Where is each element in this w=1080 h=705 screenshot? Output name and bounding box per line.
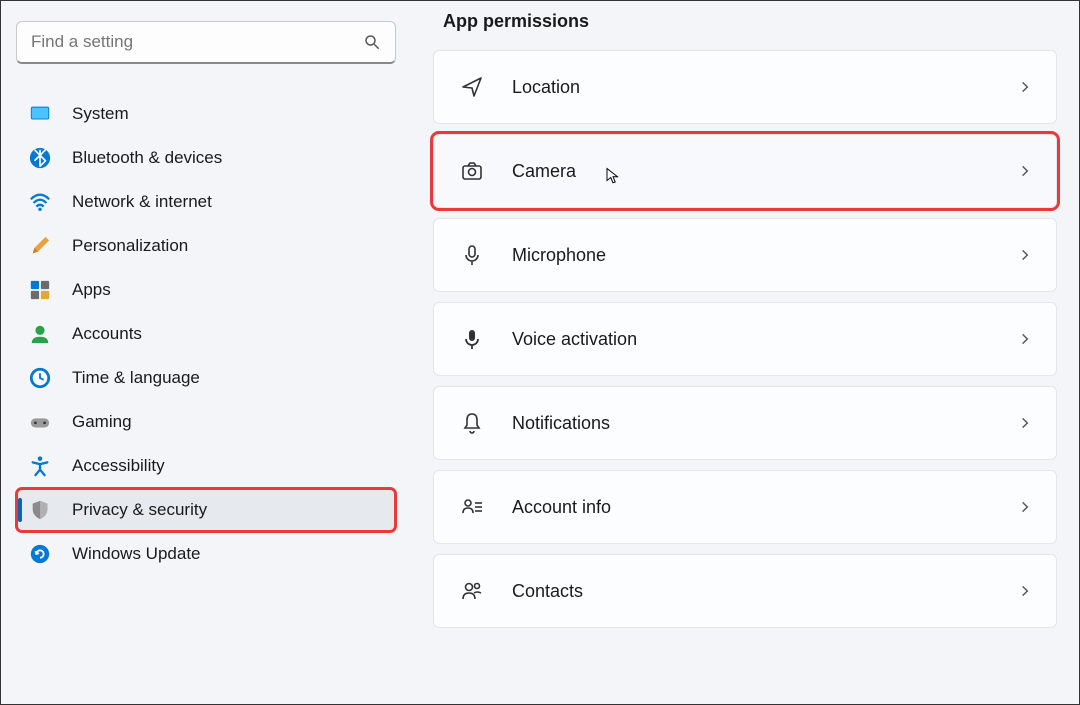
- sidebar-item-network-internet[interactable]: Network & internet: [16, 180, 396, 224]
- voice-icon: [458, 325, 486, 353]
- chevron-right-icon: [1018, 332, 1032, 346]
- globe-clock-icon: [28, 366, 52, 390]
- sidebar-item-label: Accounts: [72, 324, 142, 344]
- contacts-icon: [458, 577, 486, 605]
- permission-label: Notifications: [512, 413, 1018, 434]
- permission-notifications[interactable]: Notifications: [433, 386, 1057, 460]
- search-icon: [363, 33, 381, 51]
- permission-voice-activation[interactable]: Voice activation: [433, 302, 1057, 376]
- chevron-right-icon: [1018, 416, 1032, 430]
- permission-account-info[interactable]: Account info: [433, 470, 1057, 544]
- chevron-right-icon: [1018, 584, 1032, 598]
- sidebar-item-label: Time & language: [72, 368, 200, 388]
- permission-label: Location: [512, 77, 1018, 98]
- system-icon: [28, 102, 52, 126]
- apps-icon: [28, 278, 52, 302]
- permission-location[interactable]: Location: [433, 50, 1057, 124]
- sidebar-item-label: Windows Update: [72, 544, 201, 564]
- sidebar-item-label: Personalization: [72, 236, 188, 256]
- sidebar-item-accessibility[interactable]: Accessibility: [16, 444, 396, 488]
- sidebar-item-label: Apps: [72, 280, 111, 300]
- chevron-right-icon: [1018, 80, 1032, 94]
- sidebar-item-label: Gaming: [72, 412, 132, 432]
- sidebar-item-label: Privacy & security: [72, 500, 207, 520]
- chevron-right-icon: [1018, 164, 1032, 178]
- camera-icon: [458, 157, 486, 185]
- sidebar-item-system[interactable]: System: [16, 92, 396, 136]
- sidebar-item-privacy-security[interactable]: Privacy & security: [16, 488, 396, 532]
- shield-icon: [28, 498, 52, 522]
- permission-label: Microphone: [512, 245, 1018, 266]
- search-box[interactable]: [16, 21, 396, 64]
- sidebar: System Bluetooth & devices Network & inter…: [1, 1, 411, 704]
- chevron-right-icon: [1018, 500, 1032, 514]
- sidebar-item-label: Bluetooth & devices: [72, 148, 222, 168]
- section-title: App permissions: [443, 11, 1057, 32]
- permission-label: Camera: [512, 161, 1018, 182]
- permission-label: Voice activation: [512, 329, 1018, 350]
- account-info-icon: [458, 493, 486, 521]
- permission-label: Account info: [512, 497, 1018, 518]
- person-icon: [28, 322, 52, 346]
- permission-camera[interactable]: Camera: [433, 134, 1057, 208]
- accessibility-icon: [28, 454, 52, 478]
- bell-icon: [458, 409, 486, 437]
- chevron-right-icon: [1018, 248, 1032, 262]
- bluetooth-icon: [28, 146, 52, 170]
- permission-microphone[interactable]: Microphone: [433, 218, 1057, 292]
- sidebar-item-windows-update[interactable]: Windows Update: [16, 532, 396, 576]
- permission-label: Contacts: [512, 581, 1018, 602]
- paintbrush-icon: [28, 234, 52, 258]
- location-icon: [458, 73, 486, 101]
- sidebar-item-label: Network & internet: [72, 192, 212, 212]
- main-content: App permissions Location Camera Microphone…: [411, 1, 1079, 704]
- gamepad-icon: [28, 410, 52, 434]
- sidebar-item-label: System: [72, 104, 129, 124]
- sidebar-item-label: Accessibility: [72, 456, 165, 476]
- sidebar-item-accounts[interactable]: Accounts: [16, 312, 396, 356]
- microphone-icon: [458, 241, 486, 269]
- sidebar-item-time-language[interactable]: Time & language: [16, 356, 396, 400]
- sidebar-item-personalization[interactable]: Personalization: [16, 224, 396, 268]
- sidebar-item-bluetooth-devices[interactable]: Bluetooth & devices: [16, 136, 396, 180]
- search-input[interactable]: [31, 32, 363, 52]
- sidebar-item-gaming[interactable]: Gaming: [16, 400, 396, 444]
- wifi-icon: [28, 190, 52, 214]
- update-icon: [28, 542, 52, 566]
- sidebar-item-apps[interactable]: Apps: [16, 268, 396, 312]
- permission-contacts[interactable]: Contacts: [433, 554, 1057, 628]
